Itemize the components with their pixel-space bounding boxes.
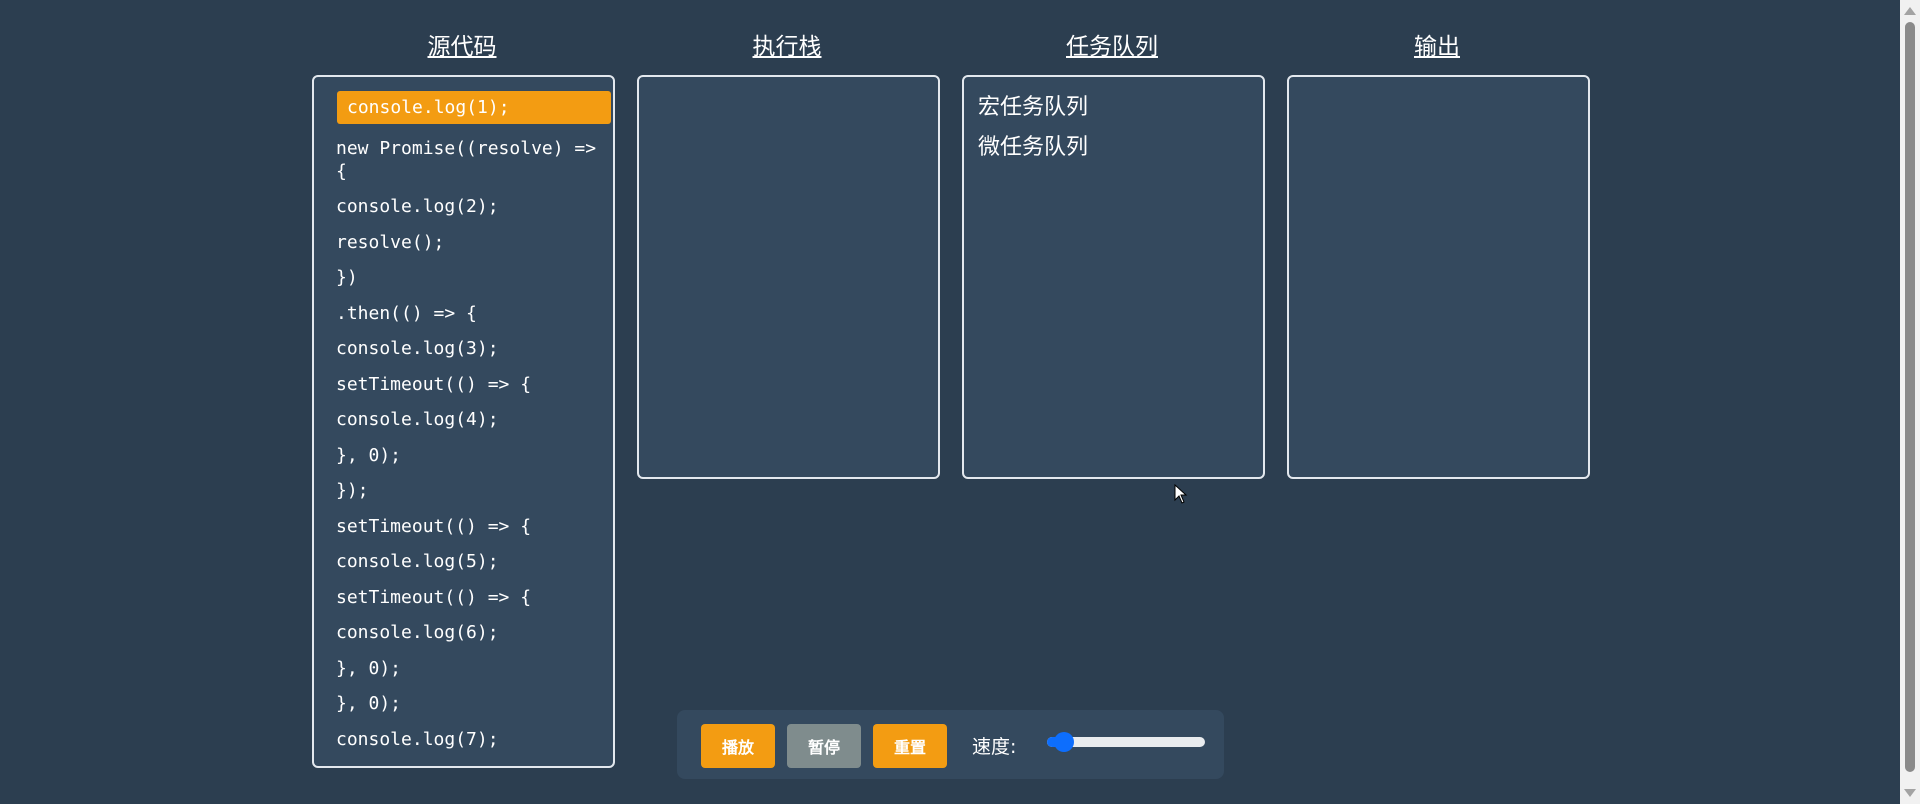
execution-stack-panel xyxy=(637,75,940,479)
code-line: }) xyxy=(336,267,358,288)
task-queue-panel: 宏任务队列 微任务队列 xyxy=(962,75,1265,479)
code-line: }, 0); xyxy=(336,444,402,466)
micro-task-queue-label: 微任务队列 xyxy=(978,135,1089,160)
code-line: }, 0); xyxy=(336,693,402,714)
task-queue-title: 任务队列 xyxy=(1066,34,1158,60)
code-line: setTimeout(() => { xyxy=(336,586,532,608)
scroll-up-arrow-icon[interactable] xyxy=(1904,7,1916,15)
play-button[interactable]: 播放 xyxy=(701,724,775,768)
code-line: resolve(); xyxy=(336,231,445,253)
pause-button[interactable]: 暂停 xyxy=(787,724,861,768)
code-line: }); xyxy=(336,480,369,501)
code-line: console.log(4); xyxy=(336,409,499,430)
speed-label: 速度: xyxy=(972,736,1017,758)
source-code-title: 源代码 xyxy=(427,34,497,60)
code-line: console.log(2); xyxy=(336,196,499,217)
execution-stack-title: 执行栈 xyxy=(752,34,822,60)
source-code-panel: console.log(1); new Promise((resolve) => … xyxy=(312,75,615,768)
scrollbar-thumb[interactable] xyxy=(1905,22,1915,772)
code-line: }, 0); xyxy=(336,657,402,679)
vertical-scrollbar[interactable] xyxy=(1900,0,1920,804)
macro-task-queue-label: 宏任务队列 xyxy=(978,95,1089,120)
output-title: 输出 xyxy=(1414,34,1460,60)
speed-slider-thumb[interactable] xyxy=(1053,732,1074,752)
playback-controls: 播放 暂停 重置 速度: xyxy=(677,710,1224,779)
reset-button[interactable]: 重置 xyxy=(873,724,947,768)
code-line: console.log(5); xyxy=(336,551,499,572)
mouse-pointer-icon xyxy=(1174,484,1188,504)
code-line: new Promise((resolve) => { xyxy=(336,137,607,182)
code-line: .then(() => { xyxy=(336,302,477,324)
code-line: console.log(3); xyxy=(336,338,499,359)
code-line: setTimeout(() => { xyxy=(336,373,532,395)
code-line: console.log(6); xyxy=(336,622,499,643)
output-panel xyxy=(1287,75,1590,479)
code-lines: console.log(1); new Promise((resolve) => … xyxy=(336,91,612,763)
code-line: console.log(7); xyxy=(336,728,499,750)
speed-slider[interactable] xyxy=(1047,732,1205,752)
code-line: setTimeout(() => { xyxy=(336,515,532,537)
event-loop-visualizer: 源代码 执行栈 任务队列 输出 console.log(1); new Promi… xyxy=(0,0,1920,804)
code-line-active: console.log(1); xyxy=(337,91,611,124)
scroll-down-arrow-icon[interactable] xyxy=(1904,789,1916,797)
